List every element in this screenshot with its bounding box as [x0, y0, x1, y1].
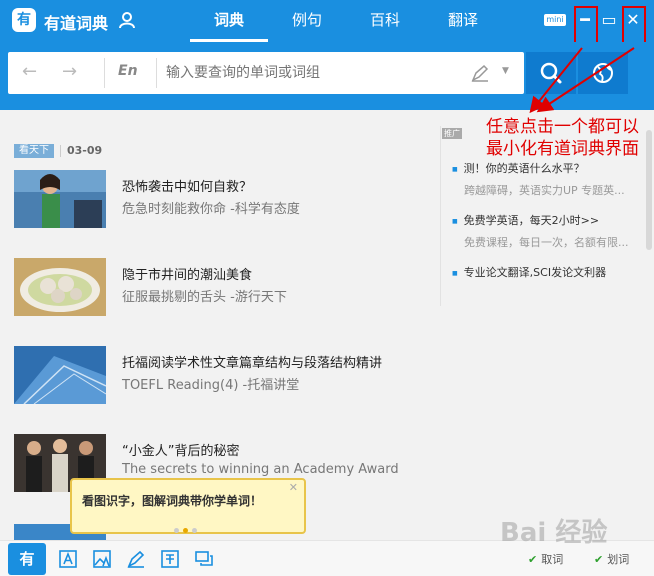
- capture-word-toggle[interactable]: 取词: [528, 551, 563, 567]
- promo-item[interactable]: 测！你的英语什么水平？ 跨越障碍，英语实力UP 专题英...: [452, 160, 644, 198]
- feed-item[interactable]: 隐于市井间的潮汕美食 征服最挑剔的舌头 -游行天下: [14, 258, 424, 318]
- feed-thumbnail: [14, 346, 106, 404]
- promo-subtitle: 免费课程，每日一次，名额有限...: [464, 236, 629, 249]
- baidu-watermark: Bai 经验: [500, 518, 608, 548]
- chat-icon[interactable]: [194, 549, 214, 569]
- tooltip-close-icon[interactable]: ✕: [289, 481, 298, 494]
- pen-icon[interactable]: [126, 549, 146, 569]
- feed-date: 03-09: [67, 144, 103, 157]
- feed-header: 看天下 03-09: [14, 140, 103, 158]
- feature-tooltip: 看图识字，图解词典带你学单词！ ✕: [70, 478, 306, 534]
- tooltip-pager: [174, 518, 201, 537]
- promo-subtitle: 跨越障碍，英语实力UP 专题英...: [464, 184, 625, 197]
- promo-title[interactable]: 测！你的英语什么水平？: [452, 160, 644, 176]
- pager-dot[interactable]: [183, 528, 188, 533]
- promo-item[interactable]: 专业论文翻译,SCI发论文利器: [452, 264, 644, 280]
- feed-item-subtitle: TOEFL Reading(4) -托福讲堂: [122, 378, 300, 393]
- pager-dot[interactable]: [174, 528, 179, 533]
- feed-item-title[interactable]: 托福阅读学术性文章篇章结构与段落结构精讲: [122, 352, 382, 371]
- translate-icon[interactable]: [160, 549, 180, 569]
- scrollbar[interactable]: [646, 130, 652, 250]
- feed-item-title[interactable]: “小金人”背后的秘密: [122, 440, 239, 459]
- text-a-icon[interactable]: [58, 549, 78, 569]
- promo-label: 推广: [442, 128, 462, 139]
- promo-item[interactable]: 免费学英语，每天2小时>> 免费课程，每日一次，名额有限...: [452, 212, 644, 250]
- annotation-text: 任意点击一个都可以最小化有道词典界面: [486, 117, 639, 159]
- feed-item[interactable]: 恐怖袭击中如何自救？ 危急时刻能救你命 -科学有态度: [14, 170, 424, 230]
- feed-item[interactable]: 托福阅读学术性文章篇章结构与段落结构精讲 TOEFL Reading(4) -托…: [14, 346, 424, 406]
- select-word-toggle[interactable]: 划词: [594, 551, 629, 567]
- feed-item-title[interactable]: 恐怖袭击中如何自救？: [122, 176, 252, 195]
- feed-item-title[interactable]: 隐于市井间的潮汕美食: [122, 264, 252, 283]
- feed-thumbnail: [14, 170, 106, 228]
- youdao-home-icon[interactable]: 有: [8, 543, 46, 575]
- feed-item-subtitle: The secrets to winning an Academy Award: [122, 462, 399, 477]
- promo-title[interactable]: 专业论文翻译,SCI发论文利器: [452, 264, 644, 280]
- pager-dot[interactable]: [192, 528, 197, 533]
- feed-item-subtitle: 危急时刻能救你命 -科学有态度: [122, 202, 300, 217]
- promo-title[interactable]: 免费学英语，每天2小时>>: [452, 212, 644, 228]
- feed-badge: 看天下: [14, 143, 54, 158]
- feed-item-subtitle: 征服最挑剔的舌头 -游行天下: [122, 290, 287, 305]
- image-a-icon[interactable]: [92, 549, 112, 569]
- tooltip-text: 看图识字，图解词典带你学单词！: [82, 494, 263, 508]
- feed-thumbnail: [14, 258, 106, 316]
